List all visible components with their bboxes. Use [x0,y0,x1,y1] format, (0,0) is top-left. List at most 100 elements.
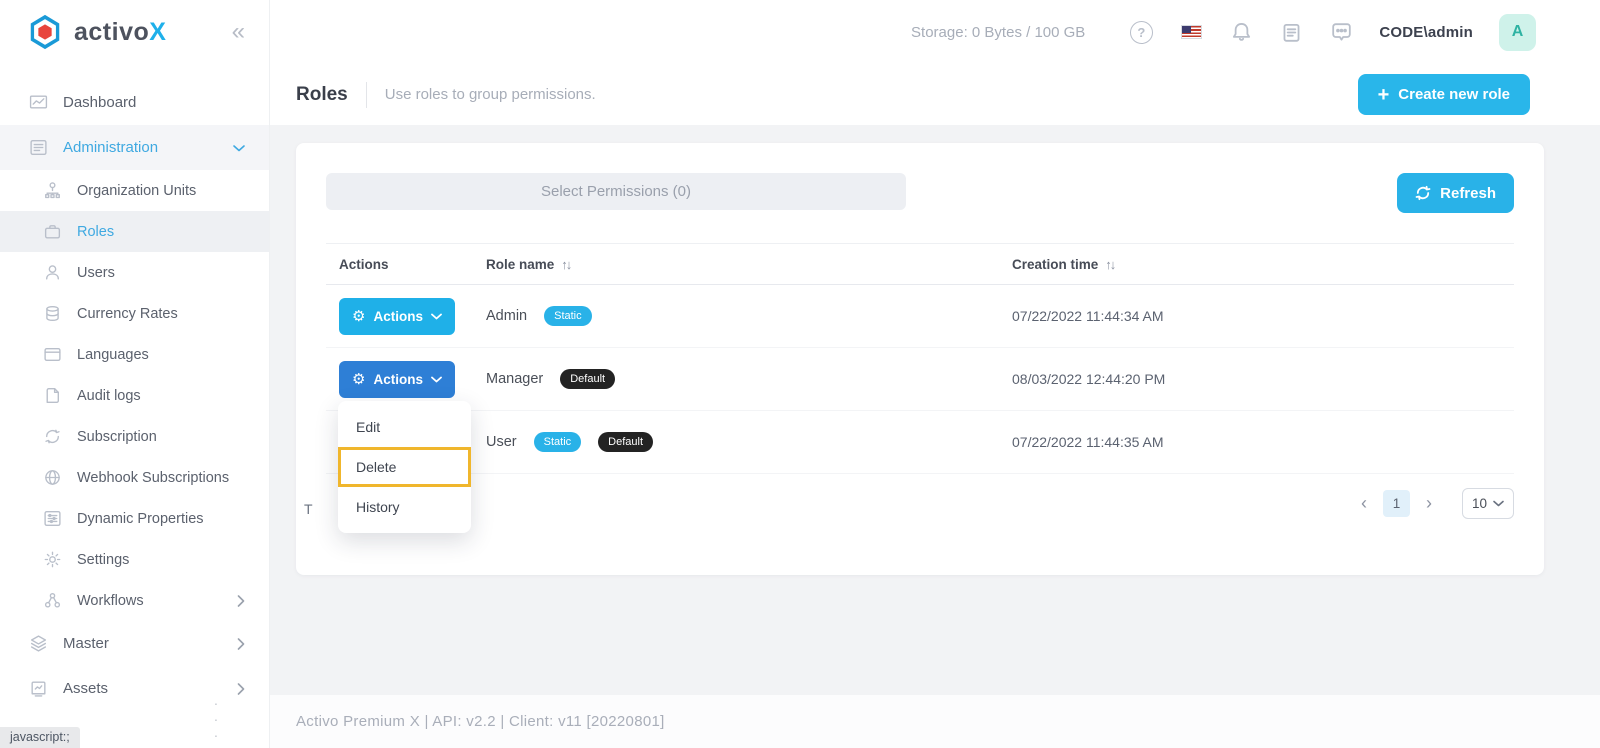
table-row-user: User Static Default 07/22/2022 11:44:35 … [326,411,1514,474]
sidebar-item-webhook-subscriptions[interactable]: Webhook Subscriptions [0,457,269,498]
default-badge: Default [560,369,615,389]
brand-name-x: X [149,18,166,46]
role-name: Admin [486,308,527,324]
roles-card: Select Permissions (0) Refresh Actions R… [296,143,1544,575]
settings-icon [42,550,62,570]
sidebar-item-organization-units[interactable]: Organization Units [0,170,269,211]
assets-icon [28,679,48,699]
chevron-right-icon [237,638,245,650]
sidebar-partial-item: . . . [214,692,269,740]
content-area: Select Permissions (0) Refresh Actions R… [270,125,1600,695]
chevron-down-icon [1493,500,1504,507]
gear-icon: ⚙ [352,372,365,387]
column-actions: Actions [326,257,473,272]
page-header: Roles Use roles to group permissions. + … [270,64,1600,125]
default-badge: Default [598,432,653,452]
sidebar-item-settings[interactable]: Settings [0,539,269,580]
menu-item-history[interactable]: History [338,487,471,527]
sidebar: activoX « Dashboard Administration Organ… [0,0,270,748]
app-root: activoX « Dashboard Administration Organ… [0,0,1600,748]
master-icon [28,634,48,654]
roles-table: Actions Role name↑↓ Creation time↑↓ ⚙ Ac… [326,243,1514,474]
page-size-select[interactable]: 10 [1462,488,1514,519]
user-avatar[interactable]: A [1499,14,1536,51]
help-icon[interactable]: ? [1129,20,1153,44]
link-status-tooltip: javascript:; [0,727,80,748]
next-page-button[interactable]: › [1422,493,1436,514]
create-new-role-button[interactable]: + Create new role [1358,74,1530,115]
sidebar-item-master[interactable]: Master [0,621,269,666]
creation-time: 08/03/2022 12:44:20 PM [1012,371,1165,387]
creation-time: 07/22/2022 11:44:34 AM [1012,308,1164,324]
actions-context-menu: Edit Delete History [338,401,471,533]
sidebar-item-audit-logs[interactable]: Audit logs [0,375,269,416]
actions-dropdown-button-open[interactable]: ⚙ Actions [339,361,455,398]
sidebar-item-workflows[interactable]: Workflows [0,580,269,621]
gear-icon: ⚙ [352,309,365,324]
sidebar-item-dynamic-properties[interactable]: Dynamic Properties [0,498,269,539]
sidebar-item-roles[interactable]: Roles [0,211,269,252]
audit-logs-icon [42,386,62,406]
brand-logo-icon [26,13,64,51]
prev-page-button[interactable]: ‹ [1357,493,1371,514]
currency-rates-icon [42,304,62,324]
main-area: Storage: 0 Bytes / 100 GB ? CODE\admin A… [270,0,1600,748]
top-header: Storage: 0 Bytes / 100 GB ? CODE\admin A [270,0,1600,64]
sidebar-item-administration[interactable]: Administration [0,125,269,170]
current-user-name[interactable]: CODE\admin [1379,24,1473,41]
chevron-down-icon [233,144,245,152]
role-name: Manager [486,371,543,387]
chevron-right-icon [237,595,245,607]
app-footer: Activo Premium X | API: v2.2 | Client: v… [270,695,1600,748]
dynamic-properties-icon [42,509,62,529]
storage-usage-text: Storage: 0 Bytes / 100 GB [911,24,1085,41]
sidebar-item-users[interactable]: Users [0,252,269,293]
plus-icon: + [1378,85,1390,105]
language-flag-icon[interactable] [1179,20,1203,44]
card-toolbar: Select Permissions (0) Refresh [326,173,1514,213]
table-row-admin: ⚙ Actions Admin Static 07/22/2022 11:44:… [326,285,1514,348]
sidebar-item-languages[interactable]: Languages [0,334,269,375]
menu-item-delete[interactable]: Delete [338,447,471,487]
refresh-button[interactable]: Refresh [1397,173,1514,213]
page-title: Roles [296,84,348,106]
table-header-row: Actions Role name↑↓ Creation time↑↓ [326,243,1514,285]
subscription-icon [42,427,62,447]
sidebar-item-subscription[interactable]: Subscription [0,416,269,457]
organization-units-icon [42,181,62,201]
administration-icon [28,138,48,158]
sidebar-item-dashboard[interactable]: Dashboard [0,80,269,125]
sidebar-item-currency-rates[interactable]: Currency Rates [0,293,269,334]
audit-notepad-icon[interactable] [1279,20,1303,44]
static-badge: Static [544,306,592,326]
menu-item-edit[interactable]: Edit [338,407,471,447]
notifications-bell-icon[interactable] [1229,20,1253,44]
column-role-name[interactable]: Role name↑↓ [473,257,999,272]
actions-dropdown-button[interactable]: ⚙ Actions [339,298,455,335]
total-text-fragment: T [304,501,313,517]
brand-name-left: activo [74,18,149,46]
sidebar-collapse-button[interactable]: « [232,20,245,44]
sort-icon[interactable]: ↑↓ [561,257,570,272]
brand-name[interactable]: activoX [74,18,166,47]
webhook-subscriptions-icon [42,468,62,488]
page-subtitle: Use roles to group permissions. [385,86,596,103]
users-icon [42,263,62,283]
column-creation-time[interactable]: Creation time↑↓ [999,257,1514,272]
logo-row: activoX « [0,0,269,64]
chevron-down-icon [431,376,442,383]
table-row-manager: ⚙ Actions Manager Default 08/03/2022 12:… [326,348,1514,411]
footer-version-text: Activo Premium X | API: v2.2 | Client: v… [296,713,665,730]
sort-icon[interactable]: ↑↓ [1105,257,1114,272]
chevron-down-icon [431,313,442,320]
chat-icon[interactable] [1329,20,1353,44]
role-name: User [486,434,517,450]
languages-icon [42,345,62,365]
static-badge: Static [534,432,582,452]
page-number-button[interactable]: 1 [1383,490,1410,517]
select-permissions-input[interactable]: Select Permissions (0) [326,173,906,210]
workflows-icon [42,591,62,611]
dashboard-icon [28,93,48,113]
sidebar-menu: Dashboard Administration Organization Un… [0,64,269,711]
roles-icon [42,222,62,242]
